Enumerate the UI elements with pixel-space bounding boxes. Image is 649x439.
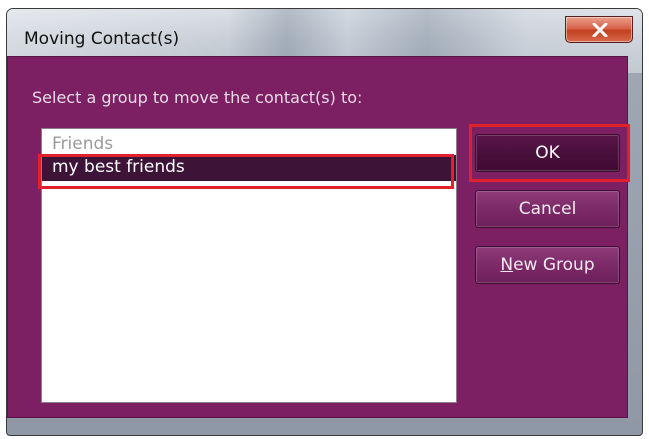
window-title: Moving Contact(s) <box>24 29 180 49</box>
close-x-icon <box>592 23 608 37</box>
instruction-label: Select a group to move the contact(s) to… <box>32 88 363 107</box>
list-item-selected[interactable]: my best friends <box>42 155 456 181</box>
new-group-label: ew Group <box>513 255 595 275</box>
cancel-button[interactable]: Cancel <box>475 190 620 228</box>
ok-button[interactable]: OK <box>475 134 620 172</box>
group-listbox[interactable]: Friends my best friends <box>41 128 457 403</box>
new-group-button[interactable]: New Group <box>475 246 620 284</box>
close-button[interactable] <box>565 16 633 43</box>
new-group-mnemonic: N <box>500 255 514 275</box>
